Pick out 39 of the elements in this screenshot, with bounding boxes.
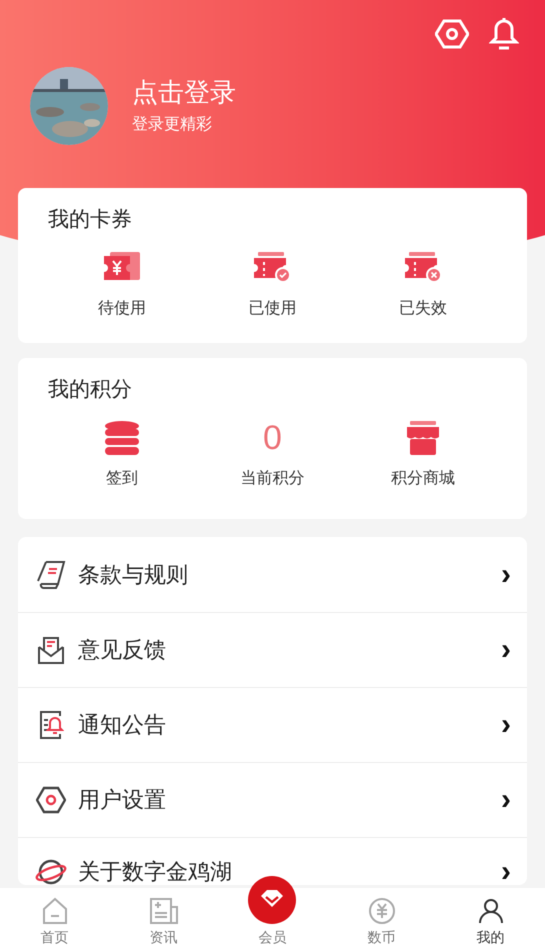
menu-label[interactable]: 意见反馈 (78, 635, 166, 665)
scroll-icon (36, 560, 66, 590)
menu-label[interactable]: 用户设置 (78, 785, 166, 815)
house-icon (40, 897, 68, 925)
item-label[interactable]: 已使用 (248, 298, 296, 320)
section-title: 我的积分 (48, 377, 133, 403)
ticket-cross-icon[interactable] (402, 252, 443, 284)
item-label[interactable]: 积分商城 (390, 468, 455, 490)
item-label[interactable]: 当前积分 (240, 468, 304, 490)
item-label[interactable]: 签到 (106, 468, 138, 490)
notice-bell-icon (38, 710, 64, 740)
newspaper-icon (148, 897, 178, 925)
menu-label[interactable]: 关于数字金鸡湖 (78, 857, 232, 885)
item-label[interactable]: 待使用 (98, 298, 146, 320)
envelope-icon (37, 635, 65, 665)
chevron-icon[interactable]: › (501, 560, 511, 590)
section-title: 我的卡券 (48, 207, 133, 233)
shop-icon[interactable] (406, 421, 440, 455)
settings-icon[interactable] (435, 17, 469, 51)
coin-icon (368, 897, 396, 925)
tab[interactable]: 资讯 (109, 888, 218, 952)
chevron-icon[interactable]: › (501, 857, 511, 885)
chevron-icon[interactable]: › (501, 710, 511, 740)
points-value: 0 (263, 418, 282, 458)
bell-icon[interactable] (489, 17, 519, 51)
tab[interactable]: 首页 (0, 888, 109, 952)
tab[interactable]: 会员 (218, 888, 327, 952)
menu-label[interactable]: 条款与规则 (78, 560, 188, 590)
settings-icon (36, 786, 66, 814)
coin-stack-icon[interactable] (104, 420, 140, 456)
chevron-icon[interactable]: › (501, 785, 511, 815)
tab[interactable]: 我的 (436, 888, 545, 952)
menu-label[interactable]: 通知公告 (78, 710, 166, 740)
login-subtitle: 登录更精彩 (132, 115, 213, 135)
item-label[interactable]: 已失效 (398, 298, 447, 320)
tab[interactable]: 数币 (327, 888, 436, 952)
person-icon (476, 897, 504, 925)
planet-icon (35, 857, 67, 885)
chevron-icon[interactable]: › (501, 635, 511, 665)
